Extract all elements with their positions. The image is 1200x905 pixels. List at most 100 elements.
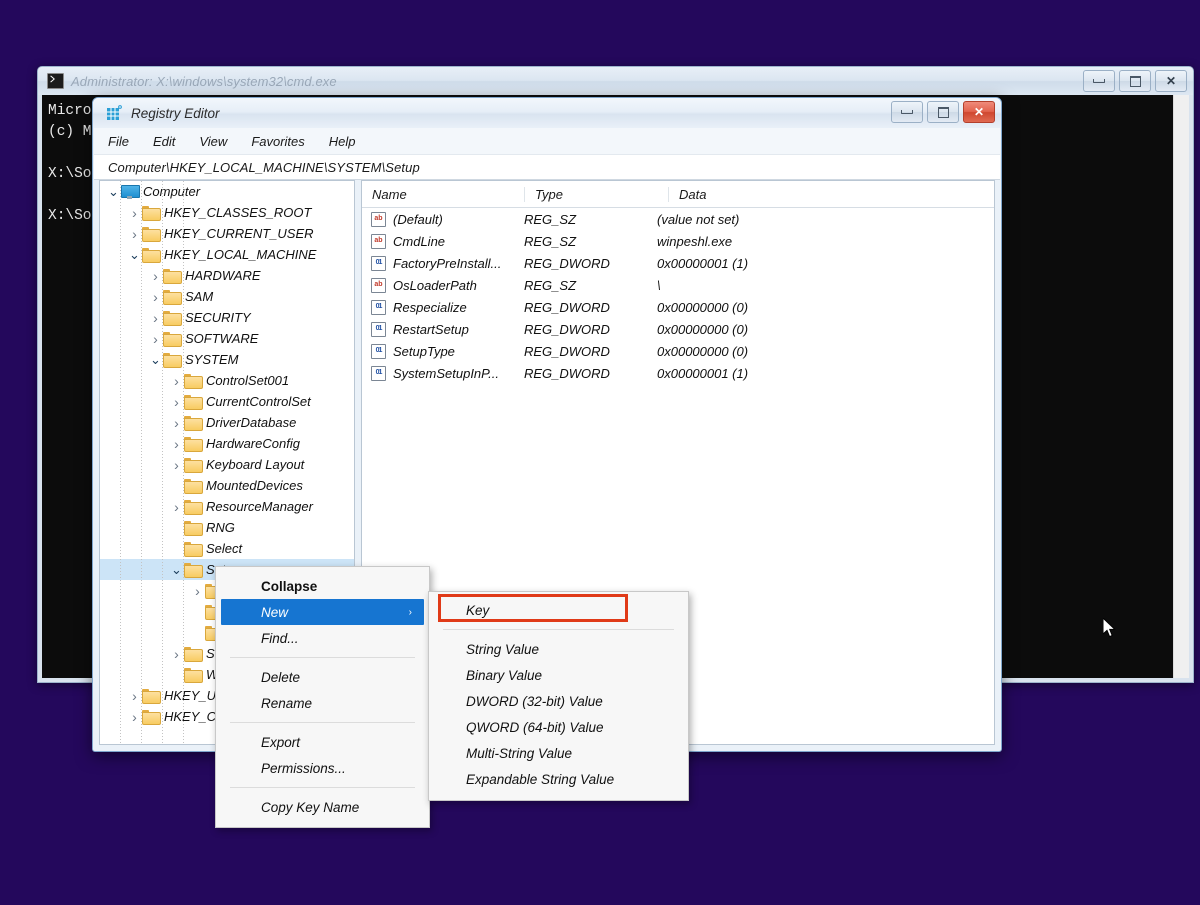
context-menu-item-new[interactable]: New ›: [221, 599, 424, 625]
chevron-down-icon[interactable]: ⌄: [148, 353, 163, 366]
tree-item-computer[interactable]: ⌄ Computer: [100, 181, 354, 202]
table-row[interactable]: ab (Default) REG_SZ (value not set): [362, 208, 994, 230]
chevron-right-icon[interactable]: ›: [169, 394, 184, 410]
context-menu-item-label: Delete: [261, 669, 301, 685]
context-menu-item-copy-key-name[interactable]: Copy Key Name: [216, 794, 429, 820]
menu-favorites[interactable]: Favorites: [251, 134, 304, 149]
chevron-right-icon[interactable]: ›: [148, 289, 163, 305]
table-row[interactable]: 01 SetupType REG_DWORD 0x00000000 (0): [362, 340, 994, 362]
maximize-icon: [1129, 75, 1141, 87]
cmd-minimize-button[interactable]: [1083, 70, 1115, 92]
cmd-close-button[interactable]: ✕: [1155, 70, 1187, 92]
dword-value-icon: 01: [371, 321, 386, 337]
tree-item-controlset001[interactable]: › ControlSet001: [100, 370, 354, 391]
chevron-right-icon[interactable]: ›: [169, 457, 184, 473]
tree-item-hardware[interactable]: › HARDWARE: [100, 265, 354, 286]
tree-item-hkey-classes-root[interactable]: › HKEY_CLASSES_ROOT: [100, 202, 354, 223]
chevron-right-icon[interactable]: ›: [190, 583, 205, 599]
tree-item-label: HKEY_LOCAL_MACHINE: [164, 247, 317, 262]
menu-view[interactable]: View: [199, 134, 227, 149]
table-row[interactable]: 01 SystemSetupInP... REG_DWORD 0x00000001 (…: [362, 362, 994, 384]
table-row[interactable]: 01 Respecialize REG_DWORD 0x00000000 (0): [362, 296, 994, 318]
tree-item-software[interactable]: › SOFTWARE: [100, 328, 354, 349]
menu-help[interactable]: Help: [329, 134, 356, 149]
chevron-right-icon[interactable]: ›: [148, 310, 163, 326]
tree-item-label: SYSTEM: [185, 352, 239, 367]
context-menu-item-label: New: [261, 604, 289, 620]
tree-item-rng[interactable]: RNG: [100, 517, 354, 538]
column-header-name[interactable]: Name: [362, 187, 524, 202]
submenu-item-dword--32-bit--value[interactable]: DWORD (32-bit) Value: [429, 688, 688, 714]
chevron-right-icon[interactable]: ›: [169, 646, 184, 662]
chevron-down-icon[interactable]: ⌄: [106, 185, 121, 198]
column-header-type[interactable]: Type: [524, 186, 668, 202]
chevron-down-icon[interactable]: ⌄: [127, 248, 142, 261]
tree-item-sam[interactable]: › SAM: [100, 286, 354, 307]
tree-item-hkey-local-machine[interactable]: ⌄ HKEY_LOCAL_MACHINE: [100, 244, 354, 265]
tree-item-system[interactable]: ⌄ SYSTEM: [100, 349, 354, 370]
context-menu-item-delete[interactable]: Delete: [216, 664, 429, 690]
submenu-item-multi-string-value[interactable]: Multi-String Value: [429, 740, 688, 766]
tree-context-menu[interactable]: Collapse New › Find... Delete Rename Export Per…: [215, 566, 430, 828]
table-row[interactable]: ab OsLoaderPath REG_SZ \: [362, 274, 994, 296]
context-menu-item-collapse[interactable]: Collapse: [216, 573, 429, 599]
cmd-window-title: Administrator: X:\windows\system32\cmd.e…: [71, 73, 337, 89]
submenu-item-qword--64-bit--value[interactable]: QWORD (64-bit) Value: [429, 714, 688, 740]
tree-item-hardwareconfig[interactable]: › HardwareConfig: [100, 433, 354, 454]
chevron-right-icon[interactable]: ›: [127, 226, 142, 242]
submenu-item-string-value[interactable]: String Value: [429, 636, 688, 662]
value-data-cell: 0x00000001 (1): [657, 255, 749, 271]
chevron-right-icon[interactable]: ›: [148, 331, 163, 347]
tree-item-label: HardwareConfig: [206, 436, 300, 451]
folder-icon: [184, 668, 203, 683]
regedit-titlebar[interactable]: Registry Editor ✕: [93, 98, 1001, 128]
chevron-right-icon[interactable]: ›: [169, 499, 184, 515]
chevron-right-icon[interactable]: ›: [169, 373, 184, 389]
table-row[interactable]: 01 RestartSetup REG_DWORD 0x00000000 (0): [362, 318, 994, 340]
tree-item-mounteddevices[interactable]: MountedDevices: [100, 475, 354, 496]
column-header-data[interactable]: Data: [668, 186, 994, 202]
submenu-item-binary-value[interactable]: Binary Value: [429, 662, 688, 688]
chevron-right-icon[interactable]: ›: [148, 268, 163, 284]
context-menu-item-permissions---[interactable]: Permissions...: [216, 755, 429, 781]
tree-item-select[interactable]: Select: [100, 538, 354, 559]
chevron-right-icon[interactable]: ›: [127, 205, 142, 221]
chevron-right-icon[interactable]: ›: [169, 436, 184, 452]
submenu-item-key[interactable]: Key: [429, 597, 688, 623]
regedit-address-bar[interactable]: Computer\HKEY_LOCAL_MACHINE\SYSTEM\Setup: [94, 154, 1000, 180]
tree-item-label: SAM: [185, 289, 214, 304]
chevron-right-icon[interactable]: ›: [127, 709, 142, 725]
table-row[interactable]: 01 FactoryPreInstall... REG_DWORD 0x0000000…: [362, 252, 994, 274]
menu-file[interactable]: File: [108, 134, 129, 149]
menu-edit[interactable]: Edit: [153, 134, 175, 149]
tree-item-currentcontrolset[interactable]: › CurrentControlSet: [100, 391, 354, 412]
chevron-right-icon: ›: [408, 606, 412, 618]
tree-item-security[interactable]: › SECURITY: [100, 307, 354, 328]
mouse-cursor: [1102, 616, 1117, 639]
tree-item-label: Computer: [143, 184, 201, 199]
cmd-maximize-button[interactable]: [1119, 70, 1151, 92]
cmd-scrollbar[interactable]: [1173, 95, 1189, 678]
folder-icon: [184, 521, 203, 536]
context-menu-item-rename[interactable]: Rename: [216, 690, 429, 716]
context-menu-item-export[interactable]: Export: [216, 729, 429, 755]
context-menu-item-find---[interactable]: Find...: [216, 625, 429, 651]
table-row[interactable]: ab CmdLine REG_SZ winpeshl.exe: [362, 230, 994, 252]
regedit-minimize-button[interactable]: [891, 101, 923, 123]
tree-item-driverdatabase[interactable]: › DriverDatabase: [100, 412, 354, 433]
tree-item-keyboard-layout[interactable]: › Keyboard Layout: [100, 454, 354, 475]
chevron-down-icon[interactable]: ⌄: [169, 563, 184, 576]
regedit-close-button[interactable]: ✕: [963, 101, 995, 123]
new-submenu[interactable]: Key String Value Binary Value DWORD (32-bit…: [428, 591, 689, 801]
value-name-text: RestartSetup: [393, 321, 469, 337]
minimize-icon: [1093, 79, 1105, 83]
context-menu-item-label: Rename: [261, 695, 313, 711]
cmd-titlebar[interactable]: Administrator: X:\windows\system32\cmd.e…: [38, 67, 1193, 95]
tree-item-resourcemanager[interactable]: › ResourceManager: [100, 496, 354, 517]
tree-item-hkey-current-user[interactable]: › HKEY_CURRENT_USER: [100, 223, 354, 244]
regedit-maximize-button[interactable]: [927, 101, 959, 123]
chevron-right-icon[interactable]: ›: [127, 688, 142, 704]
chevron-right-icon[interactable]: ›: [169, 415, 184, 431]
folder-icon: [184, 395, 203, 410]
submenu-item-expandable-string-value[interactable]: Expandable String Value: [429, 766, 688, 792]
